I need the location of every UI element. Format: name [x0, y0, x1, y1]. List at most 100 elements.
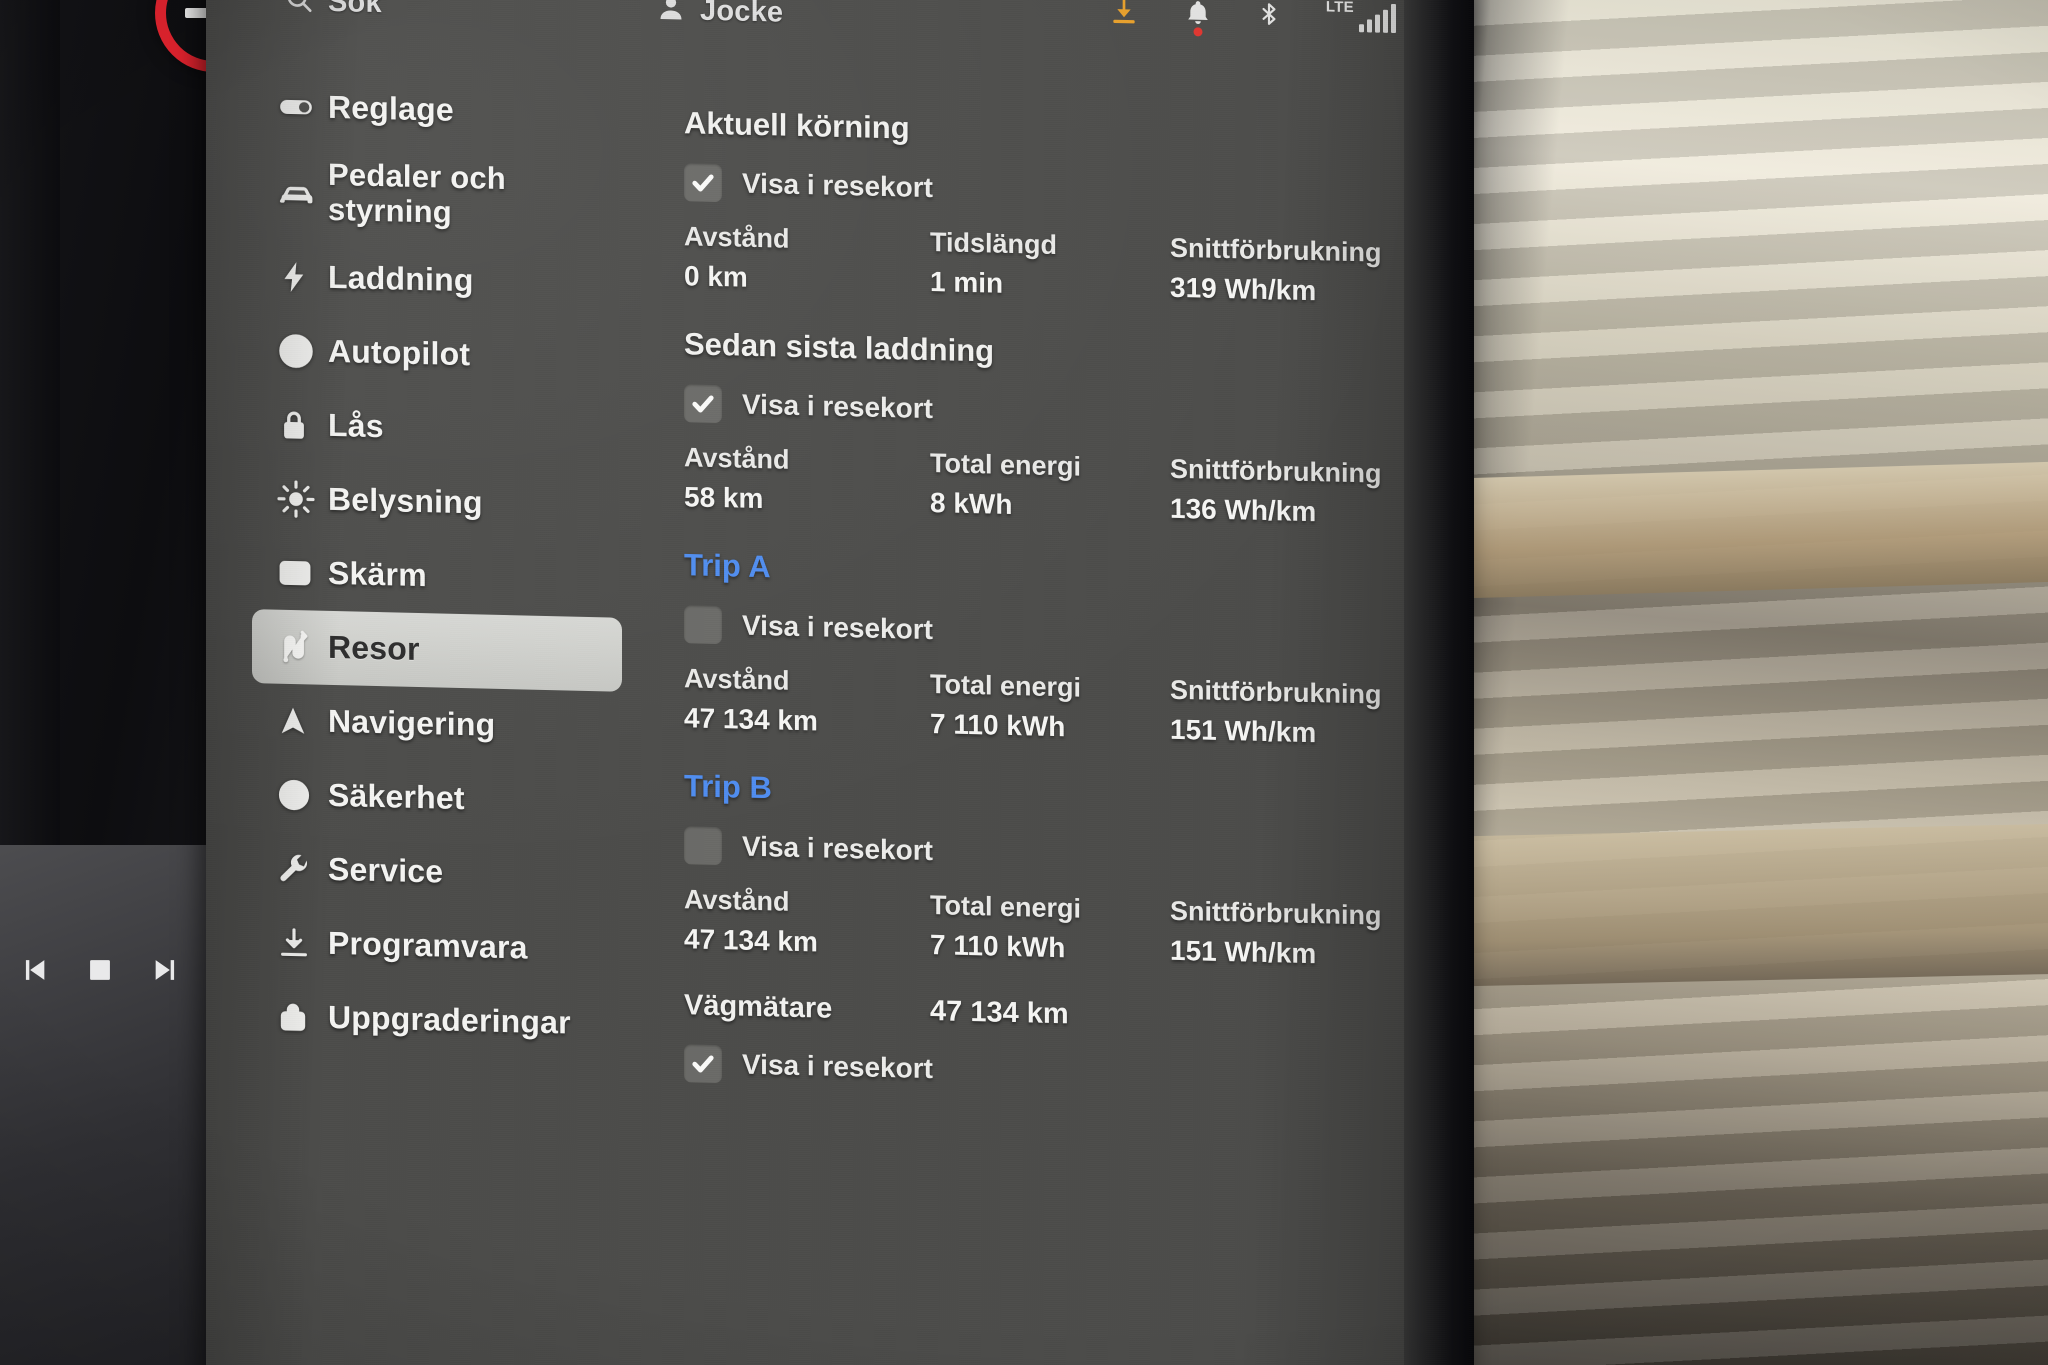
stat-avg-consumption: Snittförbrukning 136 Wh/km [1170, 454, 1381, 530]
car-icon [276, 171, 328, 214]
stat-key: Total energi [930, 448, 1082, 482]
show-in-trip-card-row[interactable]: Visa i resekort [684, 384, 1474, 441]
lte-signal-icon: LTE [1325, 0, 1396, 34]
search-label: Sök [328, 0, 382, 20]
sidebar-item-belysning[interactable]: Belysning [252, 461, 622, 544]
signal-bars [1359, 2, 1396, 34]
stat-value: 136 Wh/km [1170, 492, 1317, 528]
driver-name-label: Jocke [700, 0, 784, 29]
section-trip-b: Trip B Visa i resekort Avstånd 47 134 km… [646, 767, 1474, 974]
bell-icon[interactable] [1184, 0, 1212, 36]
sidebar-item-pedaler-och-styrning[interactable]: Pedaler och styrning [252, 143, 622, 248]
checkbox-label: Visa i resekort [742, 167, 933, 204]
navigation-arrow-icon [276, 704, 328, 739]
stop-icon[interactable] [80, 950, 120, 990]
search-icon [284, 0, 314, 20]
notification-dot [1193, 26, 1203, 36]
stat-key: Snittförbrukning [1170, 453, 1382, 489]
section-sedan-sista-laddning: Sedan sista laddning Visa i resekort Avs… [646, 325, 1474, 532]
sidebar-label: Resor [328, 628, 420, 668]
show-in-trip-card-row[interactable]: Visa i resekort [684, 163, 1474, 220]
sidebar-item-laddning[interactable]: Laddning [252, 239, 622, 322]
stat-value: 8 kWh [930, 487, 1013, 521]
sidebar-label: Autopilot [328, 332, 471, 373]
next-track-icon[interactable] [147, 950, 187, 990]
checkbox-checked-icon[interactable] [684, 384, 722, 424]
stat-distance: Avstånd 47 134 km [684, 884, 930, 961]
stat-total-energy: Total energi 7 110 kWh [930, 890, 1170, 967]
alert-circle-icon [276, 777, 328, 814]
sidebar-item-resor[interactable]: Resor [252, 609, 622, 692]
section-title: Sedan sista laddning [684, 326, 995, 369]
stat-value: 151 Wh/km [1170, 713, 1317, 749]
stat-value: 151 Wh/km [1170, 934, 1317, 970]
stat-distance: Avstånd 58 km [684, 442, 930, 519]
stat-total-energy: Total energi 8 kWh [930, 448, 1170, 525]
stat-key: Avstånd [684, 884, 790, 917]
wrench-icon [276, 851, 328, 888]
odometer-row: Vägmätare 47 134 km [684, 989, 1474, 1041]
sidebar-label: Lås [328, 406, 384, 445]
stat-avg-consumption: Snittförbrukning 151 Wh/km [1170, 896, 1381, 972]
bolt-icon [276, 259, 328, 296]
stat-value: 1 min [930, 266, 1004, 299]
screen-bezel [1404, 0, 1474, 1365]
search-entry[interactable]: Sök [284, 0, 382, 21]
laptop-edge [0, 0, 60, 900]
show-in-trip-card-row[interactable]: Visa i resekort [684, 605, 1474, 662]
stat-key: Tidslängd [930, 227, 1058, 261]
section-odometer: Vägmätare 47 134 km Visa i resekort [646, 988, 1474, 1101]
previous-track-icon[interactable] [13, 950, 53, 990]
sidebar-item-autopilot[interactable]: Autopilot [252, 313, 622, 396]
checkbox-checked-icon[interactable] [684, 163, 722, 203]
download-icon[interactable] [1108, 0, 1140, 27]
stats-row: Avstånd 47 134 km Total energi 7 110 kWh… [684, 884, 1474, 974]
sidebar-item-las[interactable]: Lås [252, 387, 622, 470]
sidebar-item-navigering[interactable]: Navigering [252, 683, 622, 766]
section-title: Aktuell körning [684, 105, 910, 146]
sidebar-label: Programvara [328, 924, 528, 966]
window-sill-lower [1468, 823, 2048, 987]
person-icon [656, 0, 686, 28]
display-icon [276, 554, 328, 593]
sidebar-item-skarm[interactable]: Skärm [252, 535, 622, 618]
sidebar-item-service[interactable]: Service [252, 831, 622, 914]
stat-value: 319 Wh/km [1170, 271, 1317, 307]
driver-profile[interactable]: Jocke [656, 0, 783, 31]
stat-avg-consumption: Snittförbrukning 319 Wh/km [1170, 233, 1381, 309]
checkbox-unchecked-icon[interactable] [684, 826, 722, 866]
checkbox-checked-icon[interactable] [684, 1044, 722, 1084]
screenshot-root: Sök Jocke LTE Reglage Pedaler och styrni… [0, 0, 2048, 1365]
window-blinds [1470, 0, 2048, 1365]
sidebar-item-uppgraderingar[interactable]: Uppgraderingar [252, 979, 622, 1062]
checkbox-unchecked-icon[interactable] [684, 605, 722, 645]
section-title[interactable]: Trip B [684, 768, 1474, 823]
sidebar-item-reglage[interactable]: Reglage [252, 69, 622, 152]
sidebar-item-programvara[interactable]: Programvara [252, 905, 622, 988]
stat-value: 7 110 kWh [930, 929, 1066, 964]
stat-distance: Avstånd 0 km [684, 221, 930, 298]
download-icon [276, 925, 328, 962]
sidebar-label: Belysning [328, 480, 483, 521]
section-trip-a: Trip A Visa i resekort Avstånd 47 134 km… [646, 546, 1474, 753]
car-settings-panel: Sök Jocke LTE Reglage Pedaler och styrni… [206, 0, 1474, 1365]
show-in-trip-card-row[interactable]: Visa i resekort [684, 826, 1474, 883]
stat-distance: Avstånd 47 134 km [684, 663, 930, 740]
lock-icon [276, 407, 328, 444]
stat-avg-consumption: Snittförbrukning 151 Wh/km [1170, 675, 1381, 751]
stat-key: Avstånd [684, 442, 790, 475]
bluetooth-icon[interactable] [1256, 0, 1282, 30]
status-icon-group: LTE [1108, 0, 1396, 36]
sidebar-item-sakerhet[interactable]: Säkerhet [252, 757, 622, 840]
sidebar-label: Laddning [328, 258, 474, 299]
checkbox-label: Visa i resekort [742, 1048, 933, 1085]
section-title[interactable]: Trip A [684, 547, 1474, 602]
bag-icon [276, 1000, 328, 1035]
stat-value: 47 134 km [684, 923, 818, 958]
show-in-trip-card-row[interactable]: Visa i resekort [684, 1044, 1474, 1101]
stat-value: 58 km [684, 481, 764, 515]
sidebar-label: Säkerhet [328, 776, 465, 817]
window-sill [1458, 461, 2048, 599]
network-type-label: LTE [1325, 0, 1354, 17]
stat-key: Total energi [930, 669, 1082, 703]
